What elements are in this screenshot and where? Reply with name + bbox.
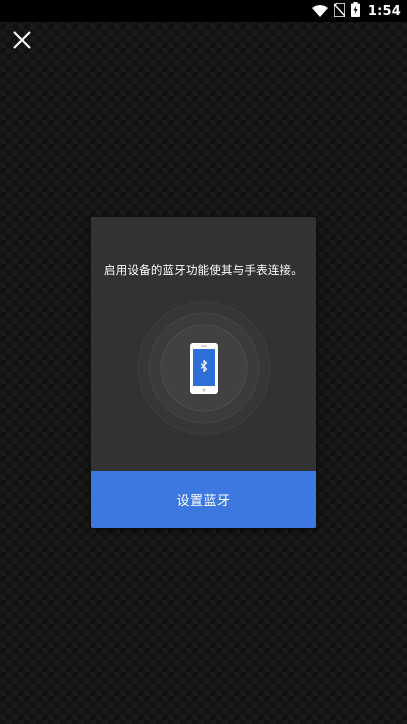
dialog-message: 启用设备的蓝牙功能使其与手表连接。: [104, 263, 303, 277]
status-icons: 1:54: [311, 0, 401, 22]
set-bluetooth-button[interactable]: 设置蓝牙: [91, 471, 316, 528]
wifi-icon: [311, 2, 328, 21]
no-sim-icon: [333, 1, 346, 21]
bluetooth-dialog: 启用设备的蓝牙功能使其与手表连接。 设置蓝牙: [91, 217, 316, 528]
battery-charging-icon: [350, 1, 360, 21]
status-time: 1:54: [367, 3, 401, 19]
status-bar: 1:54: [0, 0, 407, 22]
close-button[interactable]: [8, 28, 36, 56]
close-icon: [12, 30, 32, 54]
phone-bluetooth-illustration: [137, 301, 271, 435]
phone-bluetooth-icon: [190, 343, 218, 394]
